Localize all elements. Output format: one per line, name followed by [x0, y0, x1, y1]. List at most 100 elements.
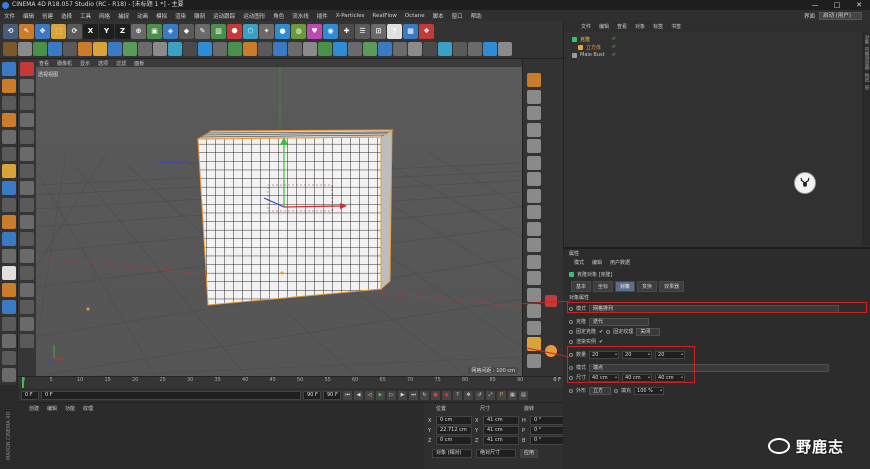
mode-tool-15-icon[interactable] [20, 317, 34, 331]
right-tool-17-icon[interactable] [527, 353, 541, 368]
prev-frame-button[interactable]: ◁ [365, 390, 374, 400]
toolbar-8-icon[interactable]: ⊕ [131, 23, 146, 39]
apply-button[interactable]: 应用 [520, 449, 538, 458]
mode-tool-13-icon[interactable] [20, 283, 34, 297]
attribute-menu-item[interactable]: 用户数据 [607, 259, 633, 266]
toolbar2-33-icon[interactable] [498, 42, 512, 56]
attribute-tab[interactable]: 变换 [637, 281, 658, 292]
toolbar-26-icon[interactable]: ❖ [419, 23, 434, 39]
fixed-clone-checkbox[interactable]: ✔ [599, 329, 603, 335]
mode-tool-5-icon[interactable] [20, 147, 34, 161]
toolbar-15-icon[interactable]: ⬡ [243, 23, 258, 39]
goto-start-button[interactable]: ⏮ [343, 390, 352, 400]
menu-item[interactable]: 动画 [133, 12, 152, 20]
menu-item[interactable]: 选择 [57, 12, 76, 20]
menu-item[interactable]: 捕捉 [114, 12, 133, 20]
right-tool-10-icon[interactable] [527, 238, 541, 252]
mode-tool-14-icon[interactable] [20, 300, 34, 314]
menu-item[interactable]: Octane [401, 13, 429, 19]
mode-tool-8-icon[interactable] [20, 198, 34, 212]
toolbar-25-icon[interactable]: ▦ [403, 23, 418, 39]
preview-end-field[interactable]: 90 F [323, 390, 341, 400]
current-frame-field[interactable]: 0 F [41, 390, 301, 400]
left-tool-3-icon[interactable] [2, 113, 16, 127]
mode-tool-9-icon[interactable] [20, 215, 34, 229]
toolbar2-25-icon[interactable] [378, 42, 392, 56]
coord-rotation-field[interactable]: 0 ° [530, 416, 566, 425]
viewport-menu-item[interactable]: 面板 [131, 60, 147, 67]
toolbar2-26-icon[interactable] [393, 42, 407, 56]
toolbar2-1-icon[interactable] [18, 42, 32, 56]
right-tool-4-icon[interactable] [527, 139, 541, 153]
next-key-button[interactable]: ▶ [398, 390, 407, 400]
coord-rotation-field[interactable]: 0 ° [530, 426, 566, 435]
object-visibility-icon[interactable]: ✔ [612, 44, 616, 50]
viewport-menu-item[interactable]: 摄像机 [54, 60, 75, 67]
fixed-texture-dot[interactable] [606, 329, 611, 334]
attribute-tab[interactable]: 坐标 [593, 281, 614, 292]
clone-anim-dot[interactable] [569, 319, 573, 324]
toolbar2-30-icon[interactable] [453, 42, 467, 56]
left-tool-15-icon[interactable] [2, 317, 16, 331]
object-menu-item[interactable]: 文件 [578, 23, 594, 30]
end-frame-field[interactable]: 90 F [303, 390, 321, 400]
grid-key-button[interactable]: ▦ [508, 390, 517, 400]
toolbar-10-icon[interactable]: ◈ [163, 23, 178, 39]
toolbar2-3-icon[interactable] [48, 42, 62, 56]
material-menu-item[interactable]: 编辑 [44, 405, 60, 412]
right-tool-8-icon[interactable] [527, 205, 541, 219]
minimize-button[interactable]: — [804, 0, 826, 10]
right-tool-14-icon[interactable] [527, 304, 541, 318]
toolbar-3-icon[interactable]: ⬚ [51, 23, 66, 39]
toolbar-12-icon[interactable]: ✎ [195, 23, 210, 39]
toolbar2-4-icon[interactable] [63, 42, 77, 56]
side-tab[interactable]: 内容浏览器 [863, 47, 869, 70]
mode-tool-6-icon[interactable] [20, 164, 34, 178]
coord-position-field[interactable]: 0 cm [436, 416, 472, 425]
toolbar-14-icon[interactable]: ⬣ [227, 23, 242, 39]
move-key-button[interactable]: ✥ [464, 390, 473, 400]
viewport-menu-item[interactable]: 过滤 [113, 60, 129, 67]
mode-tool-11-icon[interactable] [20, 249, 34, 263]
side-tab[interactable]: 对象 [863, 35, 869, 44]
left-tool-4-icon[interactable] [2, 130, 16, 144]
attribute-tab[interactable]: 效果器 [659, 281, 685, 292]
toolbar2-16-icon[interactable] [243, 42, 257, 56]
toolbar2-9-icon[interactable] [138, 42, 152, 56]
left-tool-11-icon[interactable] [2, 249, 16, 263]
toolbar-19-icon[interactable]: ♥ [307, 23, 322, 39]
prev-key-button[interactable]: ◀ [354, 390, 363, 400]
toolbar2-27-icon[interactable] [408, 42, 422, 56]
close-button[interactable]: ✕ [848, 0, 870, 10]
toolbar-21-icon[interactable]: ✚ [339, 23, 354, 39]
menu-item[interactable]: 帮助 [467, 12, 486, 20]
left-tool-17-icon[interactable] [2, 351, 16, 365]
toolbar-17-icon[interactable]: ● [275, 23, 290, 39]
coord-size-field[interactable]: 41 cm [483, 416, 519, 425]
toolbar-6-icon[interactable]: Y [99, 23, 114, 39]
play-button[interactable]: ▶ [376, 390, 385, 400]
mode-tool-12-icon[interactable] [20, 266, 34, 280]
left-tool-5-icon[interactable] [2, 147, 16, 161]
menu-item[interactable]: RealFlow [368, 13, 400, 19]
keyframe-button[interactable]: ? [453, 390, 462, 400]
render-instances-checkbox[interactable]: ✔ [599, 339, 603, 345]
right-tool-6-icon[interactable] [527, 172, 541, 186]
coord-position-field[interactable]: 0 cm [436, 436, 472, 445]
layout-dropdown[interactable]: 启动 (用户) [818, 11, 862, 20]
toolbar2-5-icon[interactable] [78, 42, 92, 56]
menu-item[interactable]: 脚本 [429, 12, 448, 20]
toolbar2-24-icon[interactable] [363, 42, 377, 56]
toolbar-7-icon[interactable]: Z [115, 23, 130, 39]
menu-item[interactable]: 网格 [95, 12, 114, 20]
toolbar-5-icon[interactable]: X [83, 23, 98, 39]
mode-tool-4-icon[interactable] [20, 130, 34, 144]
viewport-menu-item[interactable]: 选项 [95, 60, 111, 67]
menu-item[interactable]: 雕刻 [190, 12, 209, 20]
mode-tool-10-icon[interactable] [20, 232, 34, 246]
right-tool-0-icon[interactable] [527, 73, 541, 87]
left-tool-10-icon[interactable] [2, 232, 16, 246]
toolbar2-32-icon[interactable] [483, 42, 497, 56]
render-instances-dot[interactable] [569, 339, 573, 344]
cloned-cube[interactable] [196, 129, 394, 306]
